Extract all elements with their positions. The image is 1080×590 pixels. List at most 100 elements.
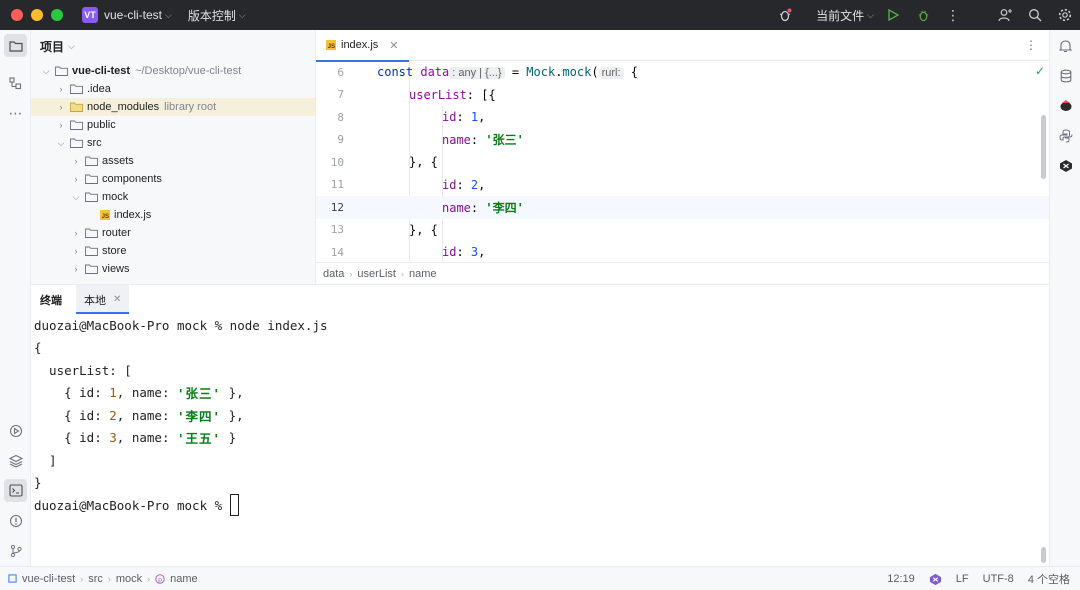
chevron-right-icon[interactable]: › (55, 120, 67, 130)
add-user-icon[interactable] (990, 0, 1020, 30)
project-panel-header[interactable]: 项目 ⌵ (31, 30, 315, 62)
tab-index-js[interactable]: JS index.js ✕ (316, 30, 409, 62)
project-switcher[interactable]: vue-cli-test ⌵ (104, 8, 172, 22)
structure-tool-button[interactable] (4, 72, 27, 95)
chevron-right-icon[interactable]: › (55, 102, 67, 112)
terminal-tool-button[interactable] (4, 479, 27, 502)
no-problems-check-icon[interactable]: ✓ (1035, 64, 1045, 78)
notifications-bell-icon[interactable] (1054, 34, 1077, 57)
ai-assistant-icon[interactable] (1054, 154, 1077, 177)
folder-icon (85, 246, 98, 256)
code-area[interactable]: 6 const data: any | {...} = Mock.mock(ru… (316, 61, 1049, 261)
breadcrumb-item[interactable]: data (323, 268, 344, 280)
tree-item-public[interactable]: › public (31, 116, 315, 134)
vcs-label: 版本控制 (187, 8, 236, 23)
close-window-button[interactable] (11, 9, 23, 21)
tree-item-label: router (102, 227, 131, 239)
tree-item-views[interactable]: › views (31, 260, 315, 278)
line-number: 6 (337, 65, 344, 79)
code-editor: JS index.js ✕ ⋮ 6 const data: any | {...… (316, 30, 1049, 284)
status-path-item[interactable]: name (170, 573, 198, 585)
folder-icon (55, 66, 68, 76)
more-tools-icon[interactable]: ⋯ (4, 102, 27, 125)
tree-item-suffix: ~/Desktop/vue-cli-test (135, 65, 242, 77)
tree-item-src[interactable]: ⌵ src (31, 134, 315, 152)
layers-tool-button[interactable] (4, 449, 27, 472)
folder-icon (70, 84, 83, 94)
vcs-menu[interactable]: 版本控制 ⌵ (188, 7, 246, 24)
code-line: 9 name: '张三' (316, 129, 1049, 152)
close-icon[interactable]: ✕ (113, 294, 121, 305)
tree-item-idea[interactable]: › .idea (31, 80, 315, 98)
chevron-right-icon[interactable]: › (70, 264, 82, 274)
chevron-down-icon: ⌵ (867, 9, 874, 20)
status-path-item[interactable]: src (88, 573, 103, 585)
chevron-down-icon[interactable]: ⌵ (55, 138, 67, 149)
folder-icon (70, 120, 83, 130)
problems-tool-button[interactable] (4, 509, 27, 532)
bug-icon (918, 10, 928, 21)
tree-item-vue-cli-test[interactable]: ⌵ vue-cli-test ~/Desktop/vue-cli-test (31, 62, 315, 80)
line-number: 7 (337, 88, 344, 102)
tree-item-store[interactable]: › store (31, 242, 315, 260)
terminal-line: ] (34, 452, 57, 468)
chevron-right-icon[interactable]: › (55, 84, 67, 94)
terminal-output[interactable]: duozai@MacBook-Pro mock % node index.js … (31, 314, 1049, 517)
tree-item-components[interactable]: › components (31, 170, 315, 188)
code-line: 7 userList: [{ (316, 84, 1049, 107)
settings-gear-icon[interactable] (1050, 0, 1080, 30)
database-icon[interactable] (1054, 64, 1077, 87)
line-number: 10 (330, 155, 344, 169)
services-tool-button[interactable] (4, 419, 27, 442)
tree-item-node-modules[interactable]: › node_modules library root (31, 98, 315, 116)
run-button[interactable] (878, 0, 908, 30)
chevron-down-icon[interactable]: ⌵ (70, 192, 82, 203)
editor-tab-bar: JS index.js ✕ ⋮ (316, 30, 1049, 62)
maximize-window-button[interactable] (51, 9, 63, 21)
more-actions-icon[interactable]: ⋮ (938, 0, 968, 30)
terminal-scrollbar[interactable] (1041, 547, 1046, 563)
ai-assistant-status-icon[interactable] (929, 573, 942, 586)
folder-icon (85, 228, 98, 238)
indent-setting[interactable]: 4 个空格 (1028, 571, 1070, 587)
chevron-down-icon[interactable]: ⌵ (40, 66, 52, 77)
search-icon[interactable] (1020, 0, 1050, 30)
close-icon[interactable]: ✕ (389, 39, 398, 52)
plugin-bird-icon[interactable] (1054, 94, 1077, 117)
chevron-right-icon[interactable]: › (70, 174, 82, 184)
git-tool-button[interactable] (4, 539, 27, 562)
terminal-panel: 终端 本地 ✕ duozai@MacBook-Pro mock % node i… (31, 284, 1049, 566)
module-icon (8, 574, 17, 583)
tree-item-mock[interactable]: ⌵ mock (31, 188, 315, 206)
folder-icon (8, 40, 23, 52)
folder-icon (85, 192, 98, 202)
terminal-line: duozai@MacBook-Pro mock % node index.js (34, 317, 328, 333)
tree-item-assets[interactable]: › assets (31, 152, 315, 170)
tab-local-terminal[interactable]: 本地 ✕ (76, 285, 130, 314)
chevron-right-icon[interactable]: › (70, 228, 82, 238)
caret-position[interactable]: 12:19 (887, 573, 915, 585)
tree-item-router[interactable]: › router (31, 224, 315, 242)
breadcrumb-item[interactable]: userList (357, 268, 396, 280)
python-console-icon[interactable] (1054, 124, 1077, 147)
chevron-right-icon[interactable]: › (70, 246, 82, 256)
line-number: 14 (330, 245, 344, 259)
chevron-right-icon[interactable]: › (70, 156, 82, 166)
status-path-item[interactable]: vue-cli-test (22, 573, 75, 585)
editor-scrollbar[interactable] (1041, 115, 1046, 179)
breadcrumb-item[interactable]: name (409, 268, 437, 280)
file-encoding[interactable]: UTF-8 (983, 573, 1014, 585)
project-tool-button[interactable] (4, 34, 27, 57)
minimize-window-button[interactable] (31, 9, 43, 21)
run-configuration-selector[interactable]: 当前文件 ⌵ (816, 7, 874, 24)
status-path-item[interactable]: mock (116, 573, 142, 585)
debug-bug-icon[interactable] (770, 0, 800, 30)
tree-item-index-js[interactable]: JS index.js (31, 206, 315, 224)
terminal-title: 终端 (40, 294, 62, 307)
debug-button[interactable] (908, 0, 938, 30)
line-separator[interactable]: LF (956, 573, 969, 585)
chevron-right-icon: › (400, 268, 404, 279)
run-services-icon (9, 424, 22, 437)
more-vertical-icon[interactable]: ⋮ (1025, 38, 1037, 52)
terminal-prompt-line: duozai@MacBook-Pro mock % (34, 494, 1049, 517)
